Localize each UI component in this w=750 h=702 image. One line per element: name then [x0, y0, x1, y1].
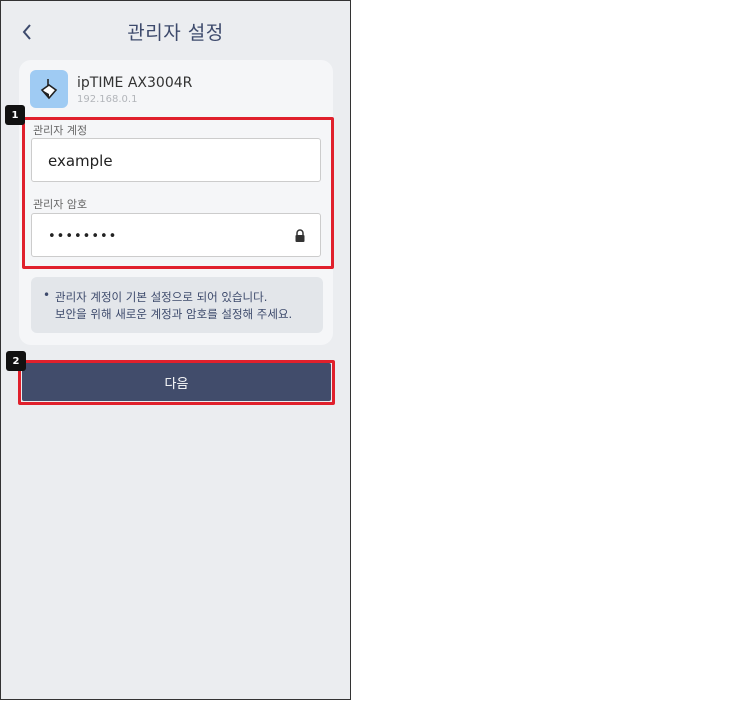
header: 관리자 설정	[1, 1, 350, 63]
router-icon	[30, 70, 68, 108]
device-name: ipTIME AX3004R	[77, 75, 193, 91]
notice-bullet: •	[43, 288, 51, 302]
step-marker-1: 1	[5, 105, 25, 125]
step-marker-2: 2	[6, 351, 26, 371]
notice-line-1: 관리자 계정이 기본 설정으로 되어 있습니다.	[55, 290, 268, 304]
info-notice: • 관리자 계정이 기본 설정으로 되어 있습니다. 보안을 위해 새로운 계정…	[31, 277, 323, 333]
highlight-box-1	[22, 117, 334, 269]
notice-line-2: 보안을 위해 새로운 계정과 암호를 설정해 주세요.	[55, 307, 293, 321]
app-screen: 관리자 설정 ipTIME AX3004R 192.168.0.1 관리자 계정…	[0, 0, 351, 700]
page-title: 관리자 설정	[127, 22, 224, 44]
router-glyph-icon	[40, 79, 58, 100]
highlight-box-2	[18, 360, 335, 405]
device-ip: 192.168.0.1	[77, 94, 138, 105]
